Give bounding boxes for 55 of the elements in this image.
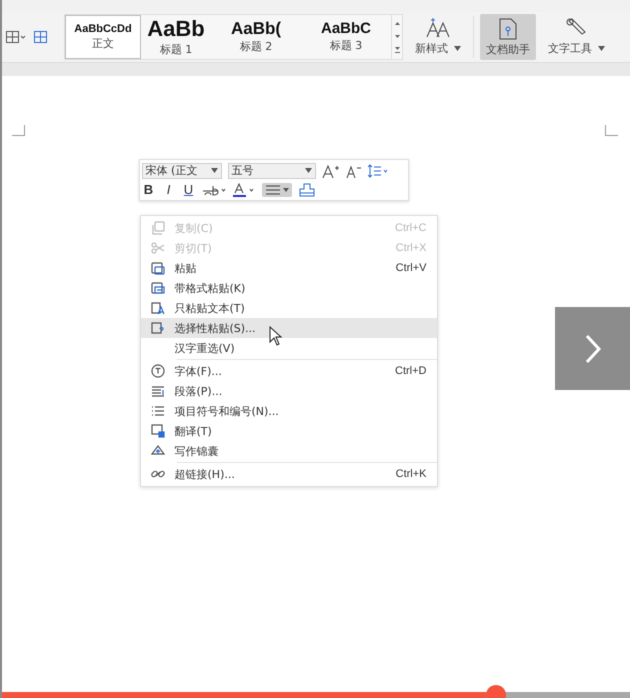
new-style-button[interactable]: 新样式 bbox=[409, 14, 467, 60]
menu-item[interactable]: 带格式粘贴(K) bbox=[140, 278, 436, 298]
paragraph-lines-icon bbox=[150, 384, 164, 398]
style-option[interactable]: AaBbCcDd 正文 bbox=[65, 15, 141, 59]
document-icon bbox=[498, 18, 518, 40]
menu-item[interactable]: 写作锦囊 bbox=[140, 441, 436, 461]
grid-icon[interactable] bbox=[32, 30, 48, 44]
align-lines-icon bbox=[264, 184, 280, 196]
doc-assistant-button[interactable]: 文档助手 bbox=[480, 14, 536, 60]
style-option[interactable]: AaBb 标题 1 bbox=[141, 15, 211, 59]
italic-button[interactable]: I bbox=[162, 182, 176, 197]
bold-button[interactable]: B bbox=[142, 182, 156, 197]
caret-icon bbox=[304, 168, 312, 173]
bullet-list-icon bbox=[150, 404, 164, 418]
wrench-icon bbox=[566, 18, 588, 38]
clipboard-text-icon bbox=[150, 301, 164, 315]
gallery-scroll-icon[interactable] bbox=[394, 20, 400, 54]
menu-item[interactable]: 选择性粘贴(S)... bbox=[140, 318, 436, 338]
menu-item[interactable]: 字体(F)... Ctrl+D bbox=[140, 361, 436, 381]
eraser-icon[interactable] bbox=[298, 182, 316, 196]
caret-icon bbox=[282, 188, 288, 192]
underline-button[interactable]: U bbox=[182, 182, 196, 197]
font-dropdown[interactable]: 宋体 (正文 bbox=[142, 162, 222, 178]
page-corner-mark bbox=[12, 125, 25, 136]
style-option[interactable]: AaBb( 标题 2 bbox=[211, 15, 301, 59]
menu-item[interactable]: 粘贴 Ctrl+V bbox=[140, 258, 436, 278]
menu-item[interactable]: 翻译(T) bbox=[140, 421, 436, 441]
menu-item[interactable]: 项目符号和编号(N)... bbox=[140, 401, 436, 421]
caret-icon bbox=[454, 46, 461, 50]
align-button[interactable] bbox=[262, 182, 292, 196]
menu-item[interactable]: 汉字重选(V) bbox=[140, 338, 436, 358]
menu-item[interactable]: 只粘贴文本(T) bbox=[140, 298, 436, 318]
shrink-font-icon[interactable] bbox=[346, 164, 362, 178]
page-corner-mark bbox=[605, 125, 618, 136]
chevron-right-icon bbox=[584, 334, 602, 364]
clipboard-question-icon bbox=[150, 321, 164, 335]
size-dropdown[interactable]: 五号 bbox=[228, 162, 316, 178]
style-option[interactable]: AaBbC 标题 3 bbox=[301, 15, 391, 59]
video-progress-track[interactable] bbox=[2, 692, 630, 698]
circled-letter-icon bbox=[150, 364, 164, 378]
menu-item[interactable]: 段落(P)... bbox=[140, 381, 436, 401]
font-style-icon bbox=[425, 18, 451, 38]
caret-icon bbox=[598, 46, 605, 50]
clipboard-icon bbox=[150, 261, 164, 275]
clipboard-icon bbox=[150, 281, 164, 295]
copy-icon bbox=[150, 221, 164, 235]
font-color-icon[interactable] bbox=[232, 182, 256, 196]
scissors-icon bbox=[150, 241, 164, 255]
menu-item[interactable]: 超链接(H)... Ctrl+K bbox=[140, 464, 436, 484]
grow-font-icon[interactable] bbox=[322, 164, 340, 178]
caret-icon bbox=[210, 168, 218, 173]
table-icon[interactable] bbox=[6, 30, 26, 44]
line-spacing-icon[interactable] bbox=[368, 164, 388, 178]
mouse-pointer-icon bbox=[268, 326, 282, 346]
text-tools-button[interactable]: 文字工具 bbox=[542, 14, 611, 60]
